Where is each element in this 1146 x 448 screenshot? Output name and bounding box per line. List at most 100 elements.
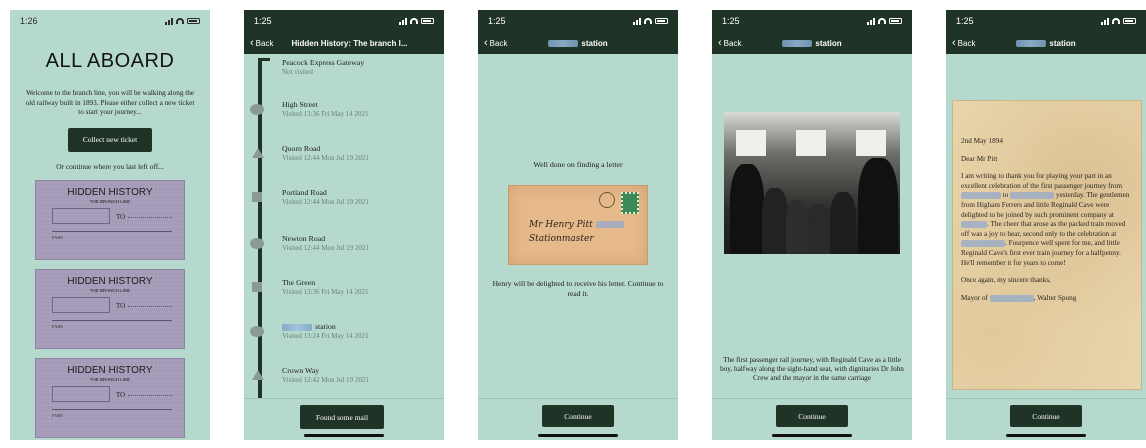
photo-figure: [762, 188, 788, 254]
ticket-divider: [52, 319, 172, 321]
stop-item[interactable]: Crown Way Visited 12:42 Mon Jul 19 2021: [282, 366, 442, 384]
ticket-card[interactable]: HIDDEN HISTORY THE BRANCH LINE TO FARE: [35, 357, 185, 438]
collect-ticket-button[interactable]: Collect new ticket: [68, 127, 152, 152]
status-icons: [165, 17, 200, 25]
nav-bar: ‹ Back station: [712, 32, 912, 54]
envelope-name-text: Mr Henry Pitt: [529, 220, 593, 230]
ticket-from-box: [52, 207, 110, 224]
stop-status: Visited 13:36 Fri May 14 2021: [282, 110, 369, 118]
signal-icon: [867, 17, 875, 25]
stop-timeline: Peacock Express Gateway Not visited High…: [244, 54, 444, 398]
timeline-start-marker: [258, 58, 270, 61]
chevron-left-icon: ‹: [718, 36, 722, 49]
chevron-left-icon: ‹: [484, 36, 488, 49]
ticket-card[interactable]: HIDDEN HISTORY THE BRANCH LINE TO FARE: [35, 179, 185, 260]
home-indicator: [304, 434, 384, 437]
stamp-icon: [621, 192, 639, 214]
status-icons: [867, 17, 902, 25]
found-mail-button[interactable]: Found some mail: [300, 405, 384, 429]
stop-status: Visited 12:42 Mon Jul 19 2021: [282, 376, 369, 384]
ticket-from-box: [52, 296, 110, 313]
letter-date: 2nd May 1894: [961, 137, 1003, 145]
wifi-icon: [176, 18, 184, 24]
wifi-icon: [1112, 18, 1120, 24]
photo-window: [856, 130, 886, 156]
nav-bar: ‹ Back station: [478, 32, 678, 54]
ticket-to-line: [128, 394, 172, 396]
stop-name: Crown Way: [282, 366, 320, 375]
stop-item[interactable]: Peacock Express Gateway Not visited: [282, 58, 442, 76]
stop-name: Quorn Road: [282, 144, 321, 153]
bottom-bar: Found some mail: [244, 398, 444, 440]
stop-name: High Street: [282, 100, 318, 109]
back-button[interactable]: ‹ Back: [250, 37, 274, 49]
photo-window: [736, 130, 766, 156]
status-time: 1:26: [20, 16, 38, 26]
ticket-subtitle: THE BRANCH LINE: [89, 376, 131, 382]
photo-figure: [808, 204, 830, 254]
letter-body: I am writing to thank you for playing yo…: [961, 172, 1133, 268]
nav-title: station: [946, 39, 1146, 48]
wifi-icon: [410, 18, 418, 24]
redacted-place: [1010, 192, 1055, 200]
continue-button[interactable]: Continue: [776, 405, 848, 427]
stop-status: Visited 13:24 Fri May 14 2021: [282, 332, 369, 340]
stop-name: Peacock Express Gateway: [282, 58, 365, 67]
header: 1:25 ‹ Back station: [478, 10, 678, 54]
wifi-icon: [644, 18, 652, 24]
ticket-fare-label: FARE: [52, 412, 64, 418]
back-button[interactable]: ‹ Back: [484, 36, 507, 49]
nav-title-text: station: [1049, 38, 1076, 48]
letter-text: , Walter Spong: [1033, 293, 1077, 302]
stop-name: station: [282, 322, 442, 331]
photo-figure: [830, 192, 856, 254]
redacted-name: [548, 39, 579, 47]
back-label: Back: [255, 38, 274, 48]
stop-name: Portland Road: [282, 188, 327, 197]
stop-marker: [252, 282, 262, 292]
letter-signature: Mayor of , Walter Spong: [961, 294, 1133, 304]
photo-figure: [730, 164, 764, 254]
photo-window: [796, 130, 826, 156]
battery-icon: [889, 18, 902, 24]
nav-title: station: [712, 39, 912, 48]
stop-item[interactable]: Newton Road Visited 12:44 Mon Jul 19 202…: [282, 234, 442, 252]
nav-title-text: station: [581, 38, 608, 48]
redacted-name: [595, 221, 624, 228]
postmark-icon: [599, 192, 615, 208]
stop-item[interactable]: Quorn Road Visited 12:44 Mon Jul 19 2021: [282, 144, 442, 162]
carriage-photo: [724, 112, 900, 254]
continue-button[interactable]: Continue: [542, 405, 614, 427]
redacted-name: [282, 323, 312, 331]
stop-marker: [250, 238, 264, 249]
continue-text: Or continue where you last left off...: [56, 161, 164, 171]
battery-icon: [655, 18, 668, 24]
ticket-divider: [52, 408, 172, 410]
redacted-place: [961, 221, 987, 228]
stop-status: Visited 12:44 Mon Jul 19 2021: [282, 198, 369, 206]
stop-item[interactable]: station Visited 13:24 Fri May 14 2021: [282, 322, 442, 340]
ticket-card[interactable]: HIDDEN HISTORY THE BRANCH LINE TO FARE: [35, 268, 185, 349]
chevron-left-icon: ‹: [952, 36, 956, 49]
header: 1:25 ‹ Back station: [712, 10, 912, 54]
stop-item[interactable]: The Green Visited 13:36 Fri May 14 2021: [282, 278, 442, 296]
back-button[interactable]: ‹ Back: [952, 36, 975, 49]
status-time: 1:25: [254, 16, 272, 26]
envelope-role: Stationmaster: [529, 234, 594, 244]
stop-item[interactable]: Portland Road Visited 12:44 Mon Jul 19 2…: [282, 188, 442, 206]
envelope-image: Mr Henry Pitt Stationmaster: [508, 185, 648, 265]
stop-item[interactable]: High Street Visited 13:36 Fri May 14 202…: [282, 100, 442, 118]
stop-name-text: station: [315, 322, 336, 331]
back-button[interactable]: ‹ Back: [718, 36, 741, 49]
status-bar: 1:25: [478, 10, 678, 32]
letter-subtext: Henry will be delighted to receive his l…: [492, 279, 664, 298]
welcome-text: Welcome to the branch line, you will be …: [25, 89, 195, 116]
letter-closing: Once again, my sincere thanks,: [961, 276, 1051, 285]
ticket-to-line: [128, 216, 172, 218]
screen-historic-photo: 1:25 ‹ Back station The first passenger r…: [712, 10, 912, 440]
ticket-title: HIDDEN HISTORY: [67, 186, 153, 198]
letter-text: to: [1002, 191, 1009, 200]
stop-status: Visited 12:44 Mon Jul 19 2021: [282, 244, 369, 252]
continue-button[interactable]: Continue: [1010, 405, 1082, 427]
home-indicator: [538, 434, 618, 437]
